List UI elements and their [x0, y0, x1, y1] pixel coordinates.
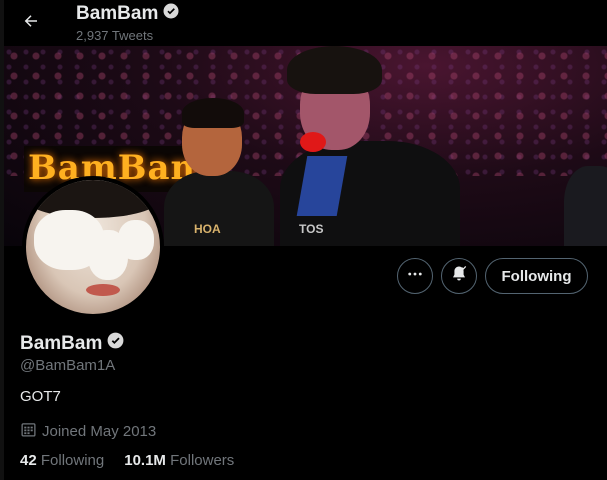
top-bar: BamBam 2,937 Tweets	[0, 0, 607, 46]
tweet-count: 2,937 Tweets	[76, 28, 154, 43]
following-button[interactable]: Following	[485, 258, 588, 294]
header-name: BamBam	[76, 2, 180, 26]
avatar-cream-right	[118, 220, 154, 260]
following-label: Following	[40, 452, 105, 469]
verified-badge-icon	[162, 2, 180, 26]
banner-shirt-text-right: TOS	[299, 222, 324, 236]
more-dots-icon	[406, 265, 424, 288]
profile-bio: GOT7	[20, 388, 61, 405]
followers-link[interactable]: 10.1M Followers	[124, 452, 234, 469]
joined-text: Joined May 2013	[42, 423, 157, 440]
banner-person-center-hair	[287, 46, 382, 94]
more-button[interactable]	[397, 258, 433, 294]
left-divider	[0, 0, 4, 480]
banner-person-left-hair	[182, 98, 244, 128]
followers-count: 10.1M	[124, 452, 166, 469]
calendar-icon	[20, 421, 37, 442]
notifications-button[interactable]	[441, 258, 477, 294]
joined-date: Joined May 2013	[20, 421, 156, 442]
banner-person-right	[564, 166, 607, 246]
profile-display-name: BamBam	[20, 331, 125, 356]
banner-shirt-text-left: HOA	[194, 222, 221, 236]
profile-handle: @BamBam1A	[20, 357, 116, 374]
avatar-hair	[26, 180, 160, 218]
bell-check-icon	[449, 264, 469, 289]
avatar-mouth	[86, 284, 120, 296]
follow-stats: 42 Following 10.1M Followers	[20, 452, 234, 469]
followers-label: Followers	[170, 452, 235, 469]
verified-badge-icon	[106, 331, 125, 356]
following-count: 42	[20, 452, 37, 469]
back-button[interactable]	[16, 8, 46, 38]
header-name-text: BamBam	[76, 3, 159, 24]
profile-avatar[interactable]	[22, 176, 164, 318]
following-link[interactable]: 42 Following	[20, 452, 104, 469]
arrow-left-icon	[22, 12, 40, 35]
display-name-text: BamBam	[20, 332, 103, 354]
banner-red-nose	[300, 132, 326, 152]
